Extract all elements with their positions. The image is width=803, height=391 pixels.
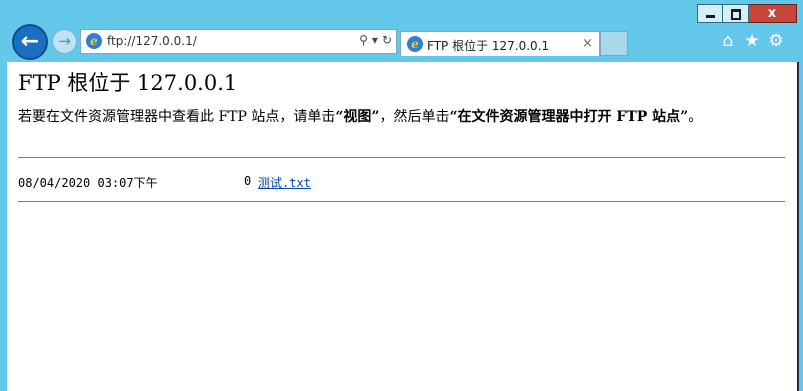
home-icon[interactable]: ⌂ xyxy=(718,31,738,51)
star-icon[interactable]: ★ xyxy=(742,31,762,51)
page-title: FTP 根位于 127.0.0.1 xyxy=(18,71,238,95)
minimize-button[interactable] xyxy=(697,4,723,23)
internet-explorer-icon: e xyxy=(86,33,102,49)
instructions-text: 若要在文件资源管理器中查看此 FTP 站点，请单击“视图”，然后单击“在文件资源… xyxy=(18,109,783,126)
refresh-icon[interactable]: ↻ xyxy=(382,33,392,47)
address-bar-tools: ⚲ ▾ ↻ xyxy=(355,33,392,47)
forward-arrow-icon: → xyxy=(58,32,71,50)
maximize-button[interactable] xyxy=(723,4,749,23)
tab-close-icon[interactable]: × xyxy=(582,36,593,51)
url-text[interactable]: ftp://127.0.0.1/ xyxy=(107,34,197,48)
instructions-part2: ，然后单击 xyxy=(379,109,450,125)
tab-title: FTP 根位于 127.0.0.1 xyxy=(427,39,550,53)
forward-button[interactable]: → xyxy=(52,29,77,54)
minimize-icon xyxy=(706,15,715,18)
file-date: 08/04/2020 03:07下午 xyxy=(18,176,158,190)
internet-explorer-icon: e xyxy=(407,36,423,52)
page-content: FTP 根位于 127.0.0.1 若要在文件资源管理器中查看此 FTP 站点，… xyxy=(7,62,797,391)
divider-top xyxy=(18,157,785,158)
divider-bottom xyxy=(18,201,785,202)
maximize-icon xyxy=(731,9,741,20)
new-tab-button[interactable] xyxy=(600,31,628,56)
open-in-explorer-label: “在文件资源管理器中打开 FTP 站点” xyxy=(449,109,689,125)
close-icon: x xyxy=(767,6,777,21)
back-button[interactable]: ← xyxy=(12,24,48,60)
instructions-part3: 。 xyxy=(688,109,703,125)
window-frame-edge xyxy=(797,62,799,391)
gear-icon[interactable]: ⚙ xyxy=(766,31,786,51)
view-label: “视图” xyxy=(335,109,380,125)
close-window-button[interactable]: x xyxy=(749,4,797,23)
instructions-part1: 若要在文件资源管理器中查看此 FTP 站点，请单击 xyxy=(18,109,336,125)
window-frame-left xyxy=(0,62,7,391)
file-size: 0 xyxy=(244,174,252,188)
back-arrow-icon: ← xyxy=(20,29,40,54)
window-frame-right xyxy=(797,62,803,391)
tab-ftp-root[interactable]: e FTP 根位于 127.0.0.1 × xyxy=(400,31,600,56)
file-link[interactable]: 测试.txt xyxy=(258,174,311,191)
address-bar[interactable]: e ftp://127.0.0.1/ ⚲ ▾ ↻ xyxy=(80,29,397,54)
chevron-down-icon[interactable]: ▾ xyxy=(372,33,378,47)
search-icon[interactable]: ⚲ xyxy=(359,33,368,47)
